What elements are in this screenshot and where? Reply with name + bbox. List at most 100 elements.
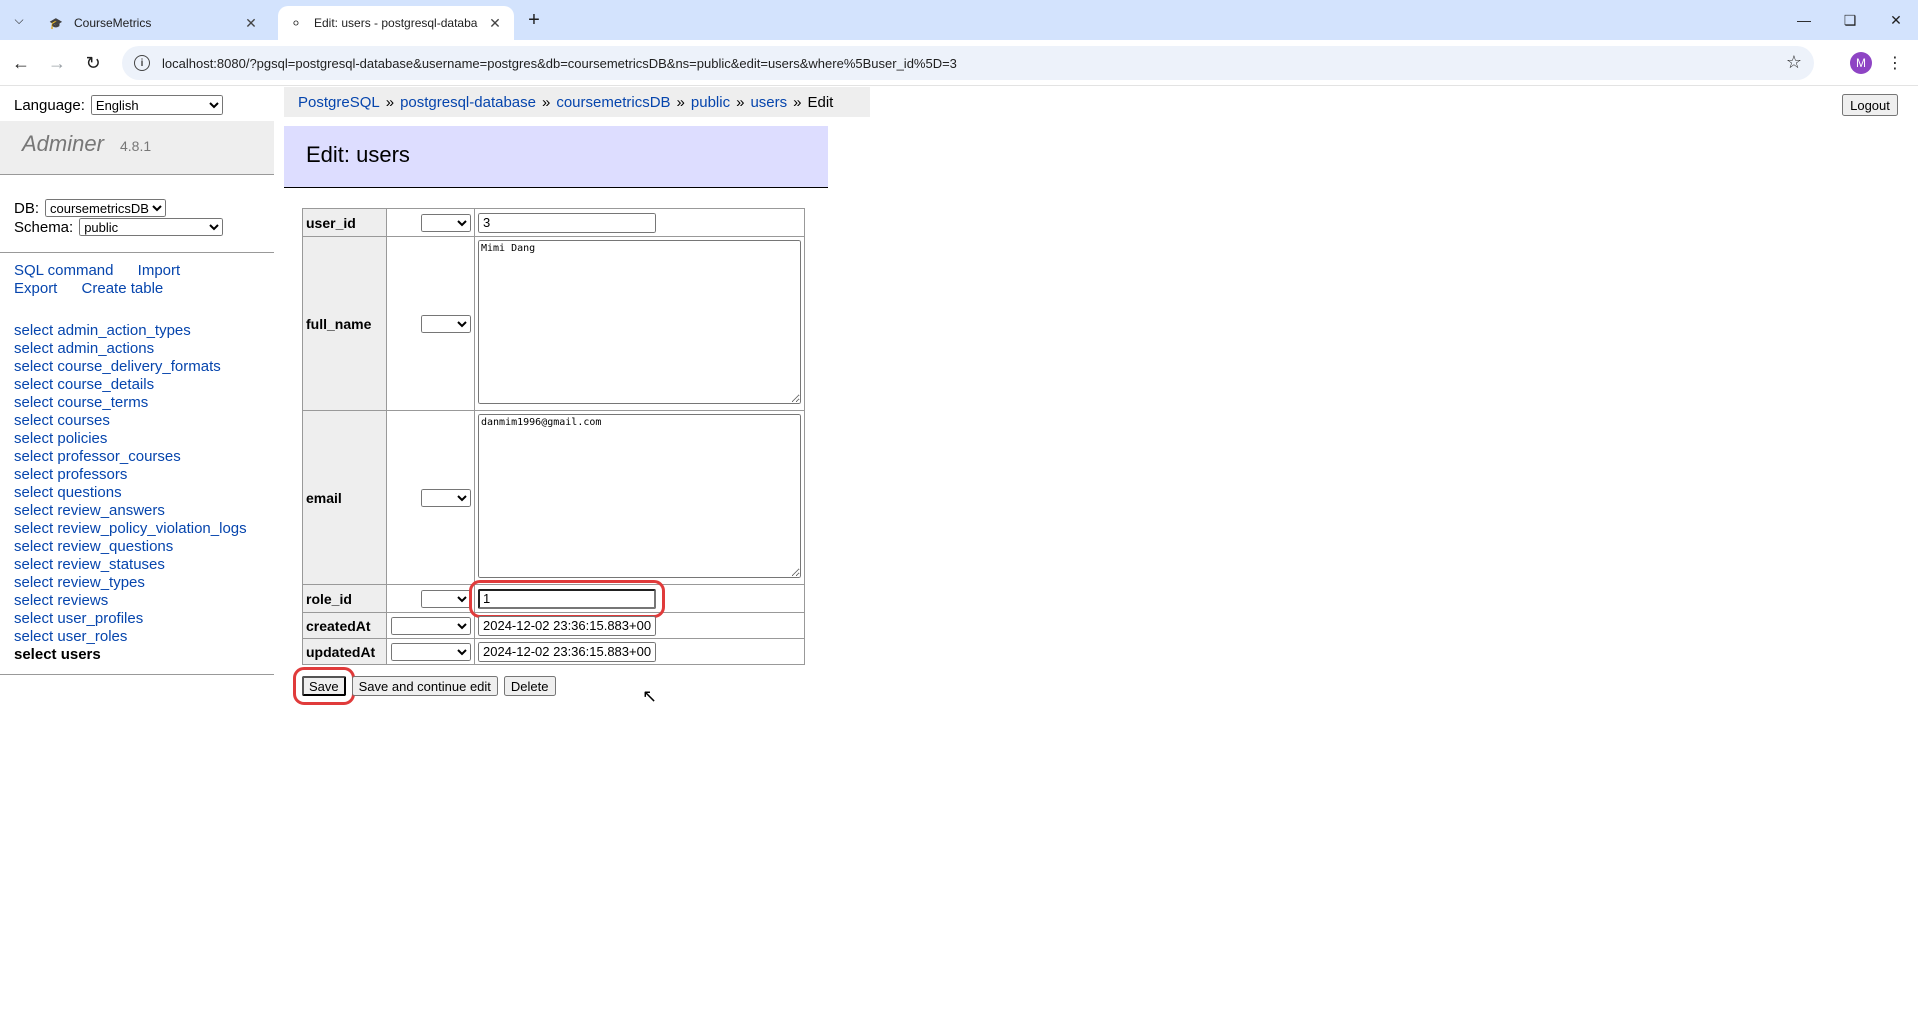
function-cell: [386, 410, 475, 585]
close-tab-icon[interactable]: ✕: [242, 14, 260, 32]
field-label: role_id: [302, 584, 387, 613]
function-cell: [386, 584, 475, 613]
function-select[interactable]: [421, 589, 471, 608]
bookmark-star-icon[interactable]: ☆: [1786, 52, 1802, 73]
table-select-link[interactable]: select professor_courses: [14, 448, 181, 465]
table-select-link[interactable]: select policies: [14, 430, 107, 447]
tab-title: Edit: users - postgresql-databa: [314, 16, 478, 30]
coursemetrics-favicon-icon: 🎓: [49, 17, 63, 30]
schema-selector: Schema: public: [14, 218, 224, 236]
function-select[interactable]: [421, 213, 471, 232]
table-list-item: select user_profiles: [14, 610, 247, 628]
user-id-input[interactable]: [478, 212, 656, 233]
function-select[interactable]: [391, 642, 471, 661]
table-select-link[interactable]: select user_roles: [14, 628, 127, 645]
function-cell: [386, 208, 475, 237]
role-id-number-input[interactable]: [469, 579, 665, 618]
table-list-item: select courses: [14, 412, 247, 430]
window-close-icon[interactable]: ✕: [1876, 6, 1916, 34]
table-select-link[interactable]: select admin_action_types: [14, 322, 191, 339]
tab-list-chevron-icon[interactable]: ⌵: [6, 8, 32, 32]
tab-edit-users[interactable]: ⚪ Edit: users - postgresql-databa ✕: [278, 6, 514, 40]
page-header: Edit: users: [284, 126, 828, 188]
save-button[interactable]: Save: [293, 667, 355, 705]
table-list-item: select user_roles: [14, 628, 247, 646]
import-link[interactable]: Import: [138, 262, 181, 279]
full-name-textarea[interactable]: Mimi Dang: [478, 240, 801, 404]
reload-icon[interactable]: ↻: [78, 48, 108, 78]
tab-coursemetrics[interactable]: 🎓 CourseMetrics ✕: [38, 6, 270, 40]
table-select-link[interactable]: select review_policy_violation_logs: [14, 520, 247, 537]
edit-form-table: user_id full_name Mimi Dang email danmim…: [302, 208, 805, 665]
close-tab-icon[interactable]: ✕: [486, 14, 504, 32]
table-list-item: select review_policy_violation_logs: [14, 520, 247, 538]
table-select-link[interactable]: select professors: [14, 466, 127, 483]
breadcrumb-separator: »: [793, 93, 802, 111]
function-select[interactable]: [391, 616, 471, 635]
value-cell: [469, 579, 805, 618]
new-tab-plus-icon[interactable]: +: [520, 8, 548, 32]
create-table-link[interactable]: Create table: [82, 280, 164, 297]
breadcrumb-link[interactable]: users: [750, 94, 787, 111]
table-select-link[interactable]: select course_terms: [14, 394, 148, 411]
db-selector: DB: coursemetricsDB: [14, 199, 167, 217]
function-select[interactable]: [421, 314, 471, 333]
url-text[interactable]: localhost:8080/?pgsql=postgresql-databas…: [162, 56, 957, 71]
breadcrumb-link[interactable]: PostgreSQL: [298, 94, 380, 111]
language-select[interactable]: English: [90, 95, 223, 115]
table-select-link[interactable]: select review_types: [14, 574, 145, 591]
sidebar-divider: [0, 674, 274, 675]
forward-arrow-icon[interactable]: →: [42, 48, 72, 78]
field-row-email: email danmim1996@gmail.com: [302, 410, 805, 585]
table-select-link[interactable]: select courses: [14, 412, 110, 429]
mouse-cursor-icon: ↖: [642, 686, 658, 706]
site-info-icon[interactable]: i: [134, 55, 150, 71]
table-select-link[interactable]: select reviews: [14, 592, 108, 609]
adminer-version: 4.8.1: [120, 138, 152, 154]
function-select[interactable]: [421, 488, 471, 507]
breadcrumb: PostgreSQL » postgresql-database » coursemet…: [284, 87, 870, 117]
created-at-input[interactable]: [478, 615, 656, 636]
table-select-link[interactable]: select course_details: [14, 376, 154, 393]
table-list-item: select review_statuses: [14, 556, 247, 574]
restore-icon[interactable]: ❏: [1830, 6, 1870, 34]
adminer-logo[interactable]: Adminer: [22, 131, 104, 157]
table-select-link[interactable]: select review_answers: [14, 502, 165, 519]
field-label: createdAt: [302, 612, 387, 639]
profile-avatar[interactable]: M: [1850, 52, 1872, 74]
updated-at-input[interactable]: [478, 641, 656, 662]
table-list-item: select policies: [14, 430, 247, 448]
db-select[interactable]: coursemetricsDB: [45, 199, 167, 217]
address-bar[interactable]: i localhost:8080/?pgsql=postgresql-datab…: [122, 46, 1814, 80]
breadcrumb-link[interactable]: coursemetricsDB: [556, 94, 670, 111]
export-link[interactable]: Export: [14, 280, 57, 297]
table-select-link[interactable]: select users: [14, 646, 101, 663]
table-select-link[interactable]: select questions: [14, 484, 122, 501]
breadcrumb-link[interactable]: public: [691, 94, 730, 111]
adminer-page: Language: English Adminer 4.8.1 DB: cour…: [0, 87, 1918, 1031]
delete-button[interactable]: Delete: [503, 676, 556, 696]
email-textarea[interactable]: danmim1996@gmail.com: [478, 414, 801, 578]
schema-select[interactable]: public: [79, 218, 224, 236]
logout-button[interactable]: Logout: [1842, 94, 1898, 116]
table-select-link[interactable]: select admin_actions: [14, 340, 154, 357]
table-select-link[interactable]: select user_profiles: [14, 610, 143, 627]
db-label: DB:: [14, 199, 40, 217]
table-select-link[interactable]: select course_delivery_formats: [14, 358, 221, 375]
minimize-icon[interactable]: —: [1784, 6, 1824, 34]
table-list-item: select professors: [14, 466, 247, 484]
save-and-continue-button[interactable]: Save and continue edit: [351, 676, 498, 696]
browser-menu-icon[interactable]: ⋮: [1884, 52, 1906, 74]
field-row-role-id: role_id: [302, 579, 805, 618]
sql-command-link[interactable]: SQL command: [14, 262, 114, 279]
adminer-logo-box: Adminer 4.8.1: [0, 121, 274, 175]
table-select-link[interactable]: select review_statuses: [14, 556, 165, 573]
back-arrow-icon[interactable]: ←: [6, 48, 36, 78]
value-cell: Mimi Dang: [474, 236, 805, 411]
breadcrumb-link[interactable]: postgresql-database: [400, 94, 536, 111]
breadcrumb-separator: »: [385, 93, 395, 111]
browser-tab-bar: ⌵ 🎓 CourseMetrics ✕ ⚪ Edit: users - post…: [0, 0, 1918, 40]
table-list-item: select reviews: [14, 592, 247, 610]
table-select-link[interactable]: select review_questions: [14, 538, 173, 555]
table-list-item: select review_types: [14, 574, 247, 592]
